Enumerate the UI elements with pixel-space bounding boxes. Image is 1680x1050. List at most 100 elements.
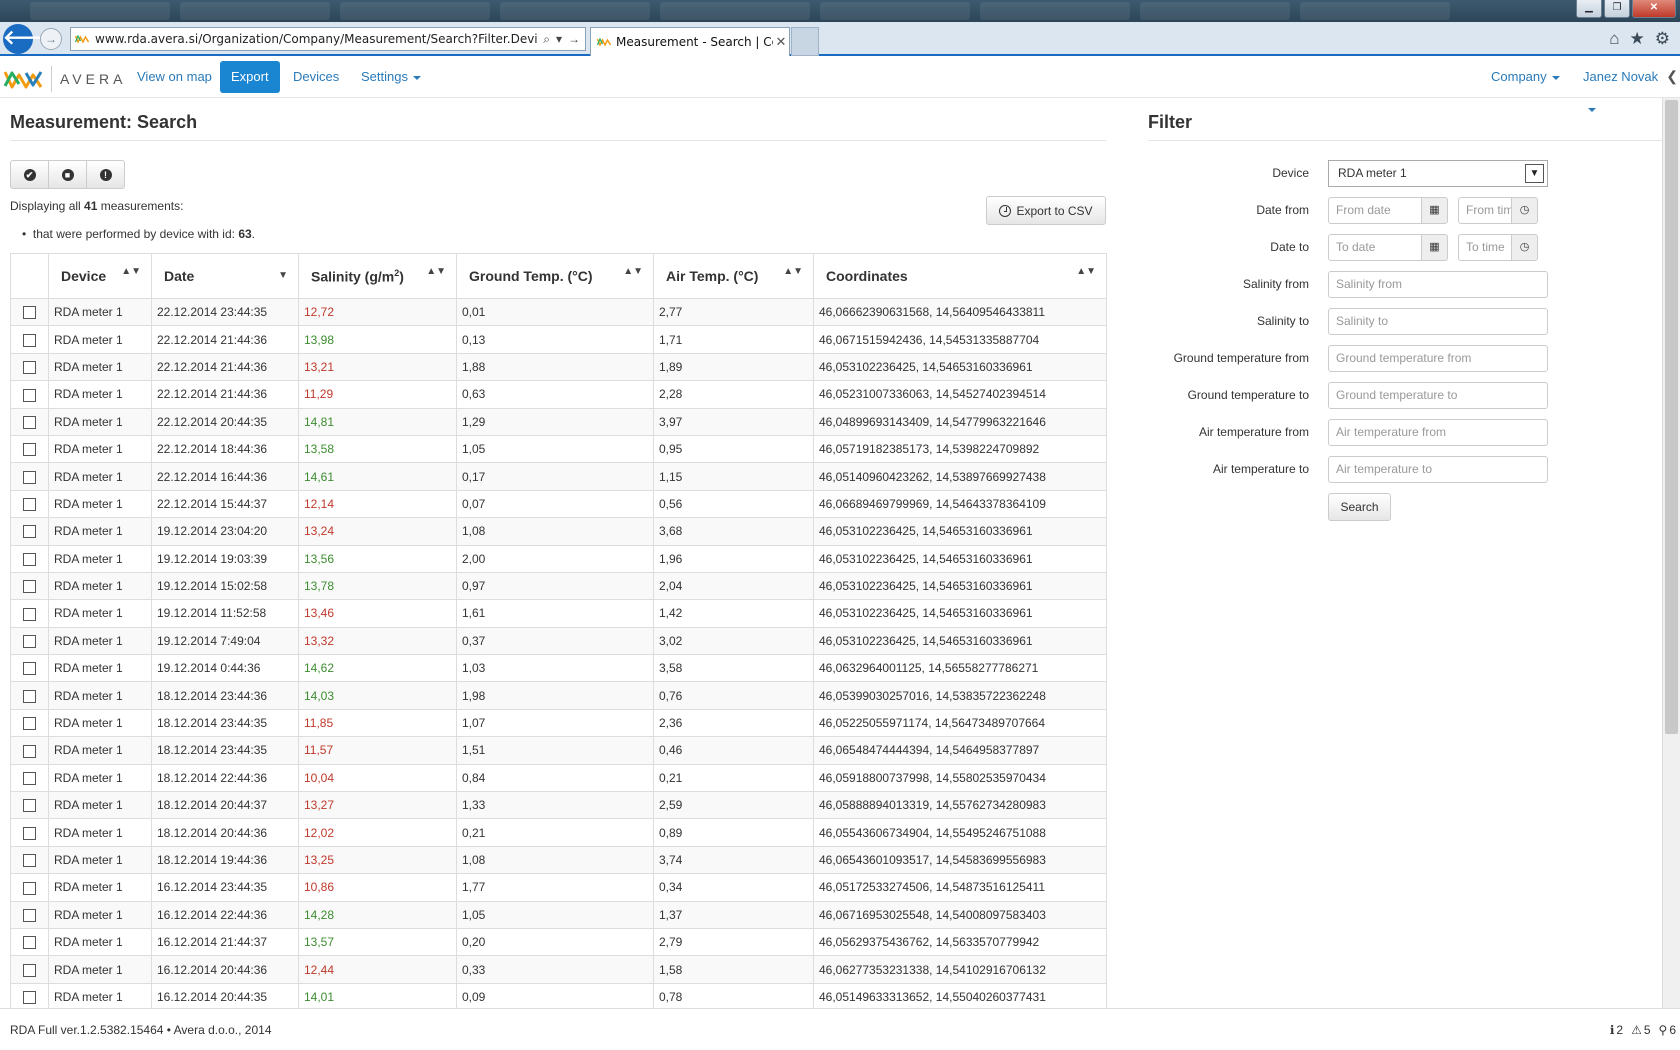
flag-button[interactable]: ! — [86, 160, 125, 189]
table-row[interactable]: RDA meter 1 16.12.2014 20:44:35 14,01 0,09 0… — [10, 982, 1107, 1012]
table-row[interactable]: RDA meter 1 19.12.2014 15:02:58 13,78 0,97 2… — [10, 571, 1107, 601]
url-dropdown-icon[interactable]: ▾ — [556, 32, 562, 47]
row-checkbox[interactable] — [23, 306, 36, 320]
table-row[interactable]: RDA meter 1 22.12.2014 21:44:36 11,29 0,63 2… — [10, 380, 1107, 409]
device-select[interactable]: RDA meter 1 ▼ — [1328, 160, 1548, 187]
forward-button[interactable]: → — [40, 28, 62, 50]
row-checkbox[interactable] — [23, 333, 36, 347]
row-checkbox[interactable] — [23, 936, 36, 950]
background-tab[interactable] — [30, 2, 170, 20]
url-text[interactable]: www.rda.avera.si/Organization/Company/Me… — [95, 32, 538, 46]
collapse-chevron-icon[interactable]: ❮ — [1666, 68, 1678, 85]
approve-button[interactable]: ✔ — [10, 160, 49, 189]
salinity-from-input[interactable]: Salinity from — [1328, 271, 1548, 298]
table-row[interactable]: RDA meter 1 22.12.2014 23:44:35 12,72 0,01 2… — [10, 297, 1107, 327]
table-row[interactable]: RDA meter 1 16.12.2014 23:44:35 10,86 1,77 0… — [10, 873, 1107, 902]
restore-button[interactable]: ❐ — [1604, 0, 1630, 18]
address-bar[interactable]: www.rda.avera.si/Organization/Company/Me… — [70, 27, 586, 51]
table-row[interactable]: RDA meter 1 18.12.2014 23:44:35 11,57 1,51 0… — [10, 736, 1107, 765]
table-row[interactable]: RDA meter 1 19.12.2014 7:49:04 13,32 0,37 3,… — [10, 626, 1107, 656]
nav-company-dropdown[interactable]: Company — [1480, 61, 1571, 93]
row-checkbox[interactable] — [23, 443, 36, 457]
column-header-coordinates[interactable]: Coordinates ▲▼ — [813, 253, 1107, 299]
export-csv-button[interactable]: Export to CSV — [986, 196, 1106, 225]
tools-icon[interactable]: ⚙ — [1655, 29, 1670, 49]
air-temp-from-input[interactable]: Air temperature from — [1328, 419, 1548, 446]
minimize-button[interactable]: ▁ — [1576, 0, 1602, 18]
table-row[interactable]: RDA meter 1 22.12.2014 21:44:36 13,21 1,88 1… — [10, 352, 1107, 382]
column-header-date[interactable]: Date ▼ — [151, 253, 299, 299]
nav-devices[interactable]: Devices — [282, 61, 350, 93]
row-checkbox[interactable] — [23, 552, 36, 566]
row-checkbox[interactable] — [23, 881, 36, 895]
url-search-icon[interactable]: ⌕ — [543, 32, 550, 47]
table-row[interactable]: RDA meter 1 22.12.2014 18:44:36 13,58 1,05 0… — [10, 434, 1107, 464]
info-counter[interactable]: ℹ2 — [1610, 1023, 1623, 1037]
close-window-button[interactable]: ✕ — [1632, 0, 1676, 18]
background-tab[interactable] — [1300, 2, 1450, 20]
background-tab[interactable] — [180, 2, 330, 20]
new-tab-button[interactable] — [791, 27, 819, 56]
ground-temp-from-input[interactable]: Ground temperature from — [1328, 345, 1548, 372]
chevron-down-icon[interactable]: ▼ — [1525, 164, 1544, 183]
table-row[interactable]: RDA meter 1 19.12.2014 0:44:36 14,62 1,03 3,… — [10, 654, 1107, 683]
row-checkbox[interactable] — [23, 525, 36, 539]
row-checkbox[interactable] — [23, 991, 36, 1005]
column-header-device[interactable]: Device ▲▼ — [48, 253, 152, 299]
row-checkbox[interactable] — [23, 744, 36, 758]
row-checkbox[interactable] — [23, 388, 36, 402]
scrollbar-thumb[interactable] — [1665, 100, 1678, 734]
active-browser-tab[interactable]: Measurement - Search | Co... ✕ — [590, 27, 790, 56]
table-row[interactable]: RDA meter 1 16.12.2014 22:44:36 14,28 1,05 1… — [10, 900, 1107, 929]
row-checkbox[interactable] — [23, 799, 36, 813]
table-row[interactable]: RDA meter 1 18.12.2014 23:44:35 11,85 1,07 2… — [10, 708, 1107, 738]
table-row[interactable]: RDA meter 1 16.12.2014 21:44:37 13,57 0,20 2… — [10, 927, 1107, 957]
tab-close-icon[interactable]: ✕ — [773, 34, 789, 50]
table-row[interactable]: RDA meter 1 18.12.2014 23:44:36 14,03 1,98 0… — [10, 681, 1107, 710]
row-checkbox[interactable] — [23, 717, 36, 731]
table-row[interactable]: RDA meter 1 22.12.2014 16:44:36 14,61 0,17 1… — [10, 462, 1107, 491]
table-row[interactable]: RDA meter 1 18.12.2014 20:44:37 13,27 1,33 2… — [10, 791, 1107, 820]
column-header-salinity[interactable]: Salinity (g/m2) ▲▼ — [298, 253, 457, 299]
table-row[interactable]: RDA meter 1 16.12.2014 20:44:36 12,44 0,33 1… — [10, 955, 1107, 984]
time-from-input[interactable]: From time — [1458, 197, 1512, 224]
url-go-icon[interactable]: → — [568, 32, 580, 47]
table-row[interactable]: RDA meter 1 19.12.2014 11:52:58 13,46 1,61 1… — [10, 599, 1107, 628]
stop-button[interactable]: ■ — [48, 160, 87, 189]
nav-export[interactable]: Export — [220, 61, 280, 93]
row-checkbox[interactable] — [23, 498, 36, 512]
calendar-icon[interactable]: ▦ — [1421, 197, 1448, 224]
background-tab[interactable] — [1140, 2, 1290, 20]
background-tab[interactable] — [660, 2, 810, 20]
location-counter[interactable]: ⚲ 6 — [1659, 1023, 1676, 1037]
table-row[interactable]: RDA meter 1 22.12.2014 21:44:36 13,98 0,13 1… — [10, 325, 1107, 354]
row-checkbox[interactable] — [23, 662, 36, 676]
row-checkbox[interactable] — [23, 580, 36, 594]
row-checkbox[interactable] — [23, 963, 36, 977]
nav-settings-dropdown[interactable]: Settings — [350, 61, 432, 93]
row-checkbox[interactable] — [23, 470, 36, 484]
date-from-input[interactable]: From date — [1328, 197, 1422, 224]
time-to-input[interactable]: To time — [1458, 234, 1512, 261]
column-header-air-temp[interactable]: Air Temp. (°C) ▲▼ — [653, 253, 814, 299]
ground-temp-to-input[interactable]: Ground temperature to — [1328, 382, 1548, 409]
row-checkbox[interactable] — [23, 689, 36, 703]
row-checkbox[interactable] — [23, 826, 36, 840]
home-icon[interactable]: ⌂ — [1609, 29, 1619, 49]
row-checkbox[interactable] — [23, 635, 36, 649]
salinity-to-input[interactable]: Salinity to — [1328, 308, 1548, 335]
column-header-ground-temp[interactable]: Ground Temp. (°C) ▲▼ — [456, 253, 654, 299]
table-row[interactable]: RDA meter 1 22.12.2014 20:44:35 14,81 1,29 3… — [10, 407, 1107, 436]
background-tab[interactable] — [820, 2, 970, 20]
page-scrollbar[interactable] — [1662, 98, 1680, 1008]
table-row[interactable]: RDA meter 1 19.12.2014 19:03:39 13,56 2,00 1… — [10, 544, 1107, 573]
air-temp-to-input[interactable]: Air temperature to — [1328, 456, 1548, 483]
table-row[interactable]: RDA meter 1 22.12.2014 15:44:37 12,14 0,07 0… — [10, 489, 1107, 519]
nav-view-on-map[interactable]: View on map — [126, 61, 223, 93]
row-checkbox[interactable] — [23, 854, 36, 868]
row-checkbox[interactable] — [23, 361, 36, 375]
row-checkbox[interactable] — [23, 772, 36, 785]
nav-user-dropdown[interactable]: Janez Novak — [1572, 61, 1680, 112]
table-row[interactable]: RDA meter 1 18.12.2014 22:44:36 10,04 0,84 0… — [10, 763, 1107, 793]
favorites-icon[interactable]: ★ — [1630, 29, 1645, 49]
